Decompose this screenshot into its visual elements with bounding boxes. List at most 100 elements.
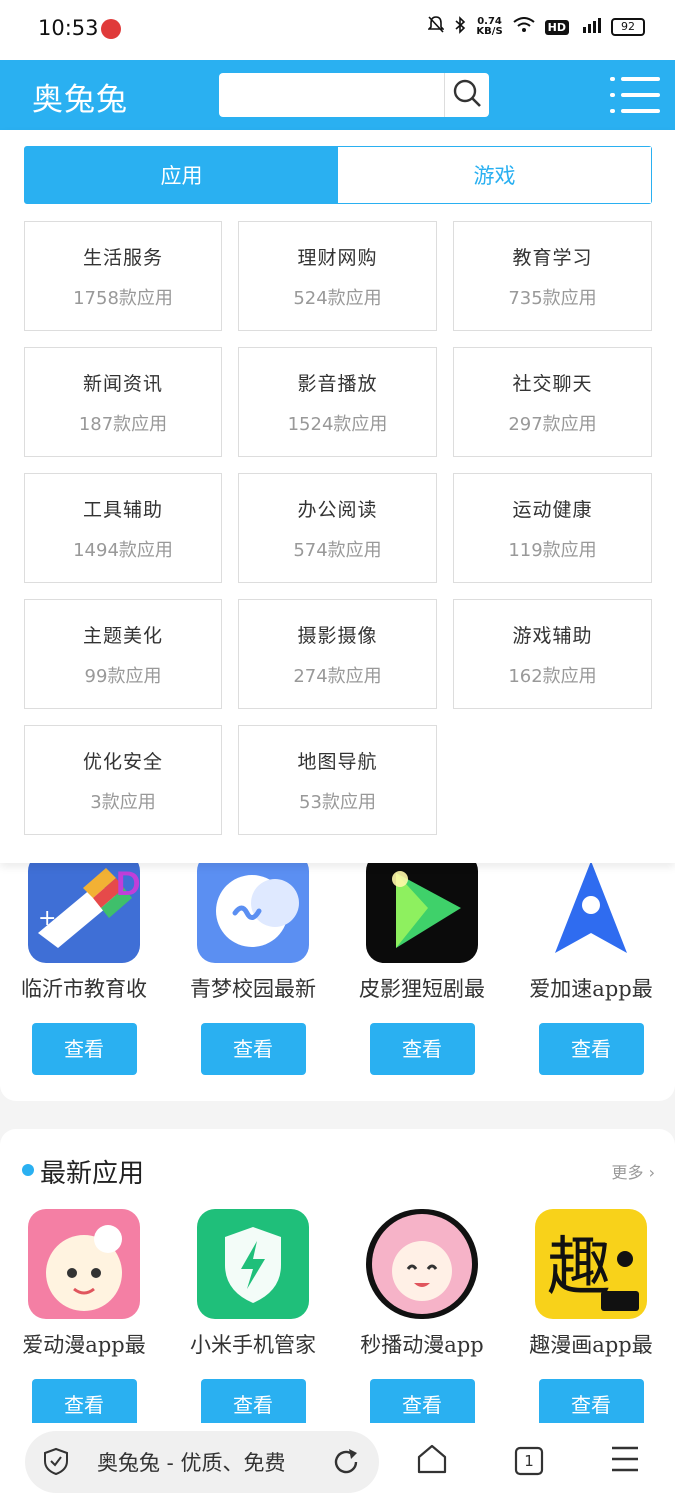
search-box (219, 73, 489, 117)
app-icon-piyingli (366, 853, 478, 963)
svg-text:+: + (38, 906, 56, 931)
category-cell[interactable]: 社交聊天 297款应用 (453, 347, 652, 457)
hamburger-icon (610, 1445, 640, 1477)
latest-apps-section: 最新应用 更多 › 爱动漫app最 查看 小米手机管家 查看 秒播动漫app 查… (0, 1129, 675, 1431)
more-link[interactable]: 更多 › (612, 1159, 656, 1183)
app-name: 趣漫画app最 (529, 1333, 653, 1357)
app-card[interactable]: 趣 趣漫画app最 查看 (511, 1209, 671, 1431)
category-cell[interactable]: 主题美化 99款应用 (24, 599, 222, 709)
view-button[interactable]: 查看 (369, 1023, 475, 1075)
address-text[interactable]: 奥兔兔 - 优质、免费 (97, 1447, 317, 1477)
app-name: 爱加速app最 (529, 977, 653, 1001)
category-name: 生活服务 (82, 246, 163, 269)
category-count: 297款应用 (508, 413, 597, 435)
site-logo[interactable]: 奥兔兔 (32, 74, 128, 119)
battery-indicator: 92 (611, 18, 645, 36)
category-count: 99款应用 (84, 665, 162, 687)
app-name: 爱动漫app最 (22, 1333, 146, 1357)
category-cell[interactable]: 运动健康 119款应用 (453, 473, 652, 583)
category-cell[interactable]: 优化安全 3款应用 (24, 725, 222, 835)
app-name: 秒播动漫app (360, 1333, 484, 1357)
bluetooth-icon (454, 16, 466, 38)
category-cell[interactable]: 影音播放 1524款应用 (238, 347, 437, 457)
search-button[interactable] (444, 73, 489, 117)
category-cell[interactable]: 新闻资讯 187款应用 (24, 347, 222, 457)
view-button[interactable]: 查看 (538, 1023, 644, 1075)
app-card[interactable]: D + 临沂市教育收 查看 (4, 853, 164, 1075)
category-cell[interactable]: 教育学习 735款应用 (453, 221, 652, 331)
app-name: 临沂市教育收 (21, 977, 147, 1001)
menu-button[interactable] (610, 77, 660, 113)
recommended-section: D + 临沂市教育收 查看 青梦校园最新 查看 皮影狸短剧最 查看 爱加速app最… (0, 853, 675, 1101)
category-name: 新闻资讯 (82, 372, 163, 395)
app-icon-aidongman (28, 1209, 140, 1319)
svg-text:D: D (116, 865, 140, 903)
shield-check-icon[interactable] (43, 1447, 69, 1476)
app-icon-linyi: D + (28, 853, 140, 963)
category-count: 162款应用 (508, 665, 597, 687)
search-icon (452, 78, 482, 112)
app-card[interactable]: 皮影狸短剧最 查看 (342, 853, 502, 1075)
tab-count: 1 (524, 1452, 534, 1470)
category-cell[interactable]: 摄影摄像 274款应用 (238, 599, 437, 709)
category-name: 影音播放 (297, 372, 378, 395)
category-name: 社交聊天 (512, 372, 593, 395)
category-count: 1494款应用 (73, 539, 173, 561)
app-card[interactable]: 爱加速app最 查看 (511, 853, 671, 1075)
category-cell[interactable]: 游戏辅助 162款应用 (453, 599, 652, 709)
view-button[interactable]: 查看 (31, 1023, 137, 1075)
category-name: 办公阅读 (297, 498, 378, 521)
app-icon-qumanhua: 趣 (535, 1209, 647, 1319)
category-name: 游戏辅助 (512, 624, 593, 647)
category-name: 理财网购 (297, 246, 378, 269)
app-icon-miaobo (366, 1209, 478, 1319)
category-cell[interactable]: 工具辅助 1494款应用 (24, 473, 222, 583)
app-name: 青梦校园最新 (190, 977, 316, 1001)
network-speed: 0.74 KB/S (476, 17, 502, 37)
app-icon-xiaomi-manager (197, 1209, 309, 1319)
section-dot-icon (22, 1164, 34, 1176)
browser-menu-button[interactable] (608, 1443, 642, 1479)
category-count: 274款应用 (293, 665, 382, 687)
category-tabs: 应用 游戏 (24, 146, 652, 204)
search-input[interactable] (227, 79, 446, 113)
app-card[interactable]: 小米手机管家 查看 (173, 1209, 333, 1431)
app-name: 小米手机管家 (190, 1333, 316, 1357)
section-title: 最新应用 (40, 1159, 145, 1189)
category-cell[interactable]: 地图导航 53款应用 (238, 725, 437, 835)
category-count: 119款应用 (508, 539, 597, 561)
signal-icon (579, 17, 601, 37)
tabs-button[interactable]: 1 (512, 1443, 546, 1479)
category-count: 1524款应用 (287, 413, 388, 435)
app-icon-aijiasu (535, 853, 647, 963)
category-count: 187款应用 (78, 413, 168, 435)
category-count: 1758款应用 (73, 287, 173, 309)
category-cell[interactable]: 办公阅读 574款应用 (238, 473, 437, 583)
app-card[interactable]: 爱动漫app最 查看 (4, 1209, 164, 1431)
address-bar[interactable]: 奥兔兔 - 优质、免费 (25, 1431, 379, 1493)
category-count: 574款应用 (293, 539, 382, 561)
category-dropdown: 应用 游戏 生活服务 1758款应用 理财网购 524款应用 教育学习 735款应用 … (0, 130, 675, 863)
app-card[interactable]: 秒播动漫app 查看 (342, 1209, 502, 1431)
reload-icon[interactable] (331, 1447, 361, 1477)
tab-apps[interactable]: 应用 (25, 147, 338, 203)
hd-badge: HD (544, 19, 569, 35)
category-name: 运动健康 (512, 498, 593, 521)
category-name: 工具辅助 (82, 498, 163, 521)
view-button[interactable]: 查看 (200, 1023, 306, 1075)
app-card[interactable]: 青梦校园最新 查看 (173, 853, 333, 1075)
category-name: 优化安全 (82, 750, 163, 773)
status-bar: 10:53 0.74 KB/S HD 92 (0, 0, 675, 60)
mute-icon (427, 16, 446, 38)
speed-unit: KB/S (476, 26, 503, 37)
home-icon (416, 1443, 448, 1479)
category-cell[interactable]: 生活服务 1758款应用 (24, 221, 222, 331)
status-icons: 0.74 KB/S HD 92 (427, 16, 645, 38)
tab-games[interactable]: 游戏 (338, 147, 651, 203)
category-count: 53款应用 (299, 791, 376, 813)
home-button[interactable] (415, 1443, 449, 1479)
app-name: 皮影狸短剧最 (359, 977, 485, 1001)
category-count: 524款应用 (293, 287, 382, 309)
browser-bottom-bar: 奥兔兔 - 优质、免费 1 (0, 1423, 675, 1500)
category-cell[interactable]: 理财网购 524款应用 (238, 221, 437, 331)
